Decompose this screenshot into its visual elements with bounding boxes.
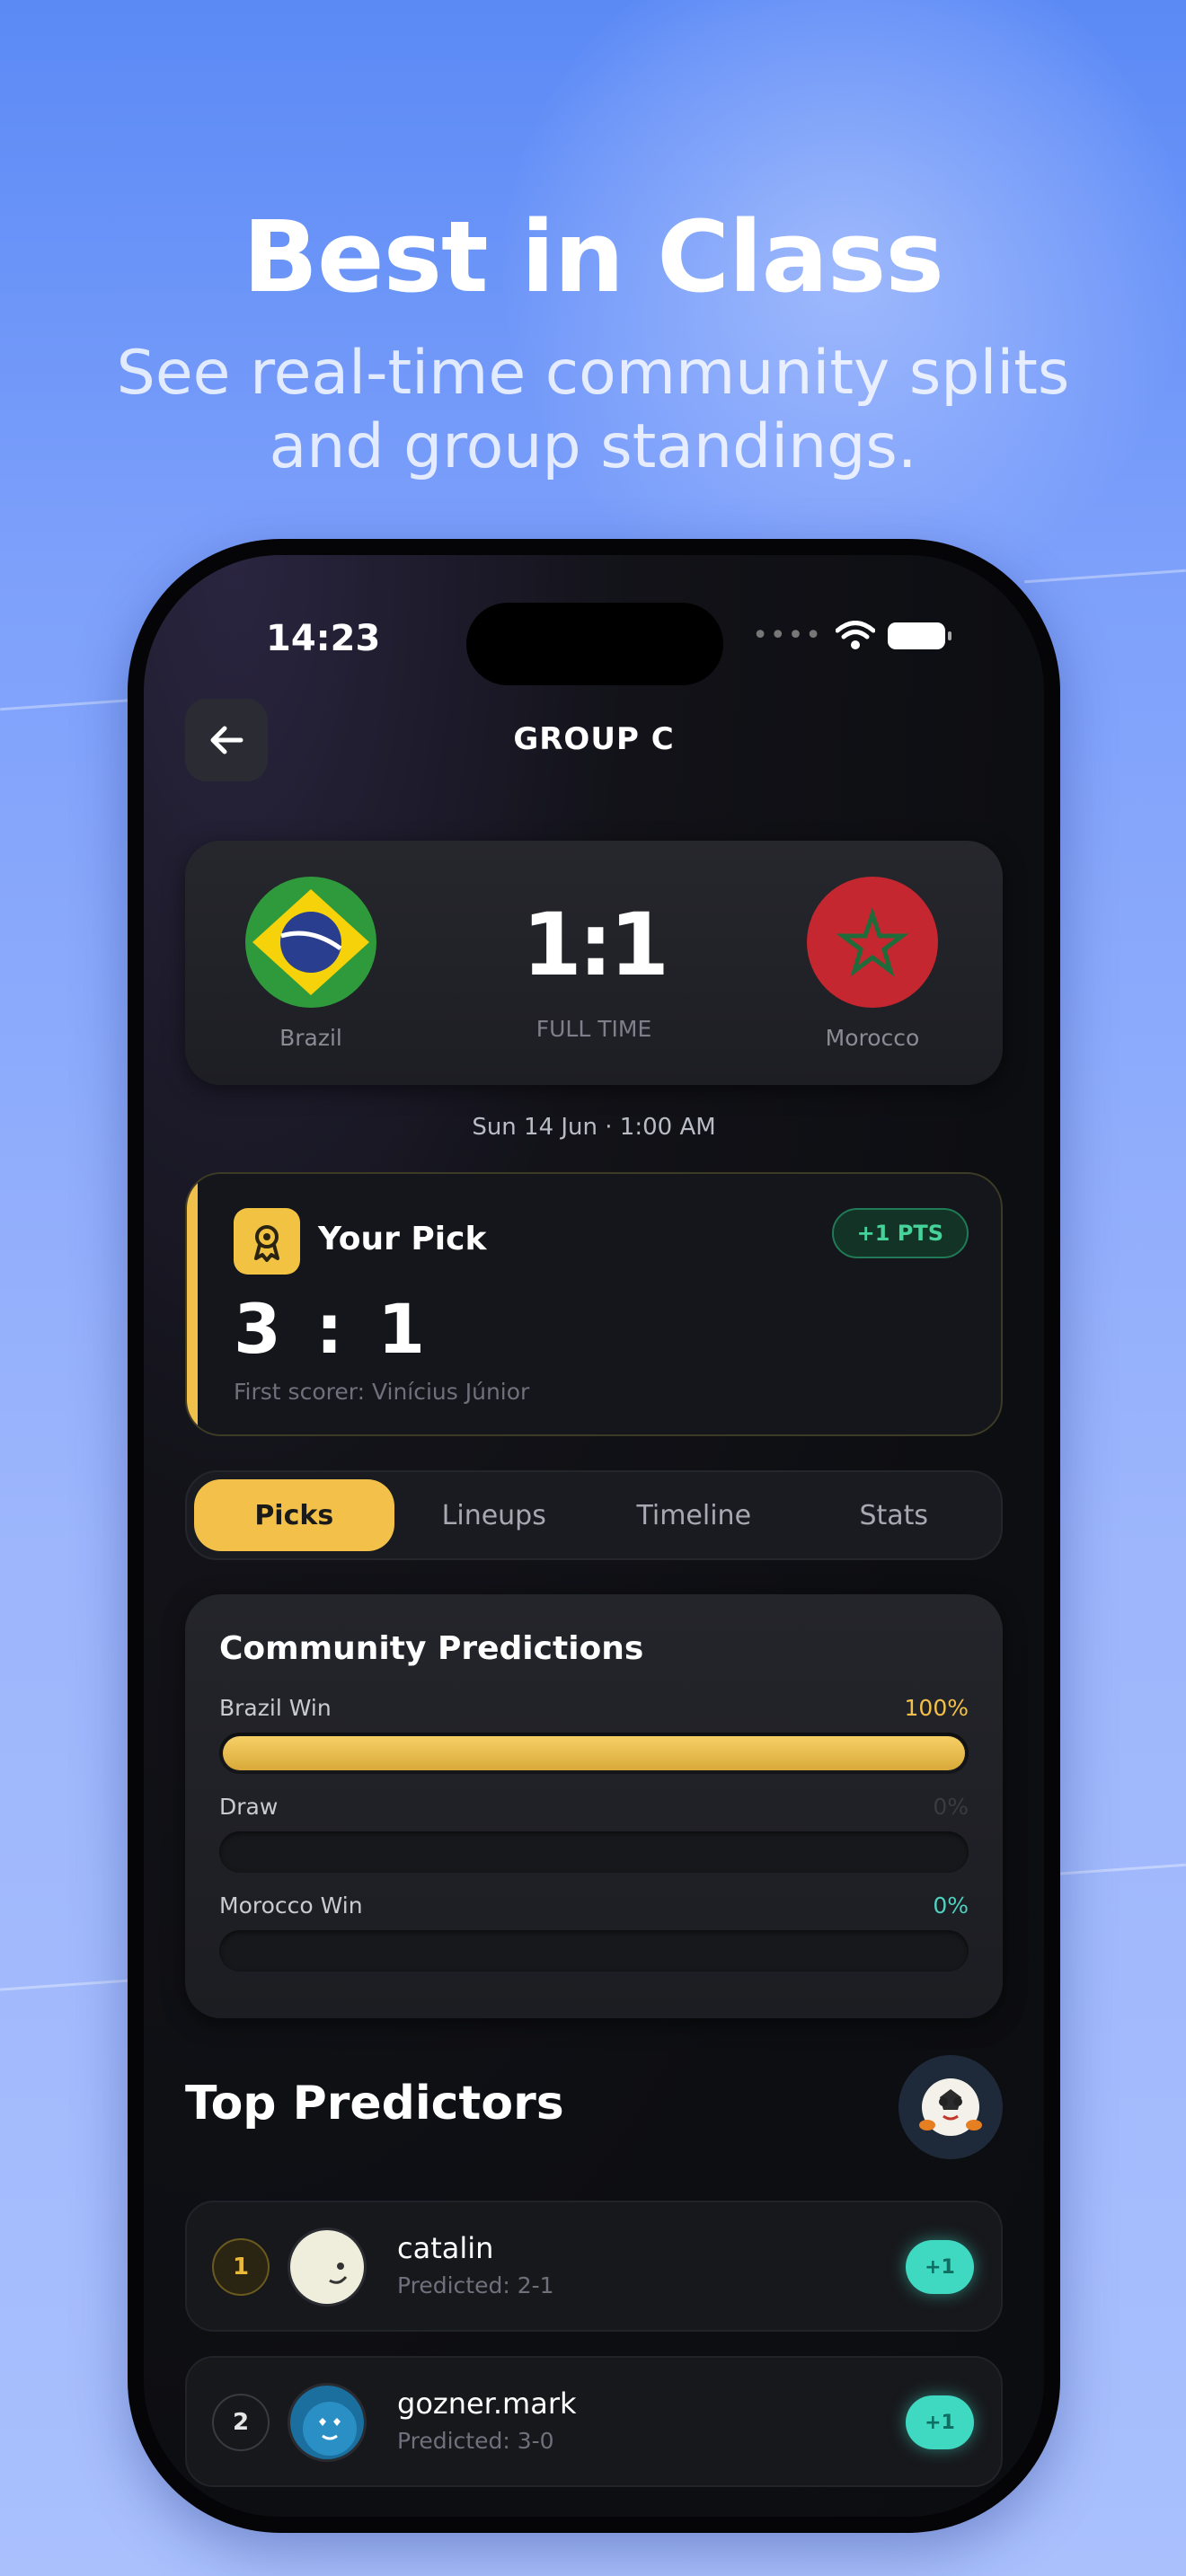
prediction-pct-away: 0% [933, 1892, 969, 1919]
your-pick-score: 3 : 1 [234, 1289, 431, 1369]
prediction-label-away: Morocco Win [219, 1892, 363, 1919]
tab-timeline[interactable]: Timeline [594, 1479, 794, 1551]
rank-badge: 1 [212, 2238, 270, 2296]
away-team-name: Morocco [825, 1025, 920, 1051]
points-chip: +1 [906, 2240, 974, 2294]
hero-subtitle: See real-time community splits and group… [116, 338, 1070, 482]
predictor-row[interactable]: 1 catalin Predicted: 2-1 +1 [185, 2201, 1003, 2332]
predictor-name: gozner.mark [397, 2386, 577, 2421]
prediction-pct-draw: 0% [933, 1794, 969, 1820]
signal-icon: •••• [752, 620, 823, 651]
background-streak [1024, 569, 1186, 584]
background-streak [1051, 1863, 1186, 1876]
prediction-bar-home [219, 1733, 969, 1774]
soccer-ball-mascot-icon [919, 2078, 982, 2136]
prediction-fill-home [223, 1736, 965, 1770]
tab-stats[interactable]: Stats [794, 1479, 995, 1551]
prediction-label-draw: Draw [219, 1794, 279, 1820]
your-pick-card[interactable]: Your Pick +1 PTS 3 : 1 First scorer: Vin… [185, 1172, 1003, 1436]
prediction-pct-home: 100% [904, 1695, 969, 1721]
community-predictions-card: Community Predictions Brazil Win 100% Dr… [185, 1594, 1003, 2018]
first-scorer: First scorer: Vinícius Júnior [234, 1379, 530, 1405]
avatar [288, 2383, 367, 2462]
status-icons: •••• [752, 620, 951, 651]
prediction-bar-draw [219, 1831, 969, 1873]
background-streak [0, 1978, 144, 1991]
predictor-prediction: Predicted: 3-0 [397, 2428, 554, 2454]
wifi-icon [836, 620, 875, 649]
points-badge: +1 PTS [831, 1208, 969, 1258]
tab-lineups[interactable]: Lineups [394, 1479, 595, 1551]
dynamic-island [466, 603, 723, 685]
phone-frame: 14:23 •••• GROUP C Brazil 1:1 FULL TIME … [128, 539, 1060, 2533]
match-card[interactable]: Brazil 1:1 FULL TIME Morocco [185, 841, 1003, 1085]
predictor-row[interactable]: 2 gozner.mark Predicted: 3-0 +1 [185, 2356, 1003, 2487]
your-pick-title: Your Pick [318, 1221, 487, 1257]
rank-badge: 2 [212, 2394, 270, 2451]
predictor-prediction: Predicted: 2-1 [397, 2272, 554, 2298]
pick-accent-stripe [187, 1174, 198, 1434]
avatar [288, 2228, 367, 2307]
app-screen: 14:23 •••• GROUP C Brazil 1:1 FULL TIME … [144, 555, 1044, 2517]
morocco-flag-icon [807, 877, 938, 1008]
community-title: Community Predictions [219, 1630, 644, 1667]
points-chip: +1 [906, 2395, 974, 2449]
top-predictors-title: Top Predictors [185, 2077, 564, 2130]
prediction-bar-away [219, 1930, 969, 1972]
battery-icon [888, 622, 951, 649]
status-time: 14:23 [266, 618, 381, 659]
page-title: GROUP C [513, 721, 675, 757]
mascot-avatar[interactable] [898, 2055, 1003, 2159]
tab-bar: Picks Lineups Timeline Stats [185, 1470, 1003, 1560]
predictor-name: catalin [397, 2231, 494, 2265]
prediction-label-home: Brazil Win [219, 1695, 332, 1721]
match-datetime: Sun 14 Jun · 1:00 AM [472, 1114, 716, 1141]
tab-picks[interactable]: Picks [194, 1479, 394, 1551]
medal-icon [234, 1208, 300, 1275]
hero-title: Best in Class [243, 199, 944, 314]
